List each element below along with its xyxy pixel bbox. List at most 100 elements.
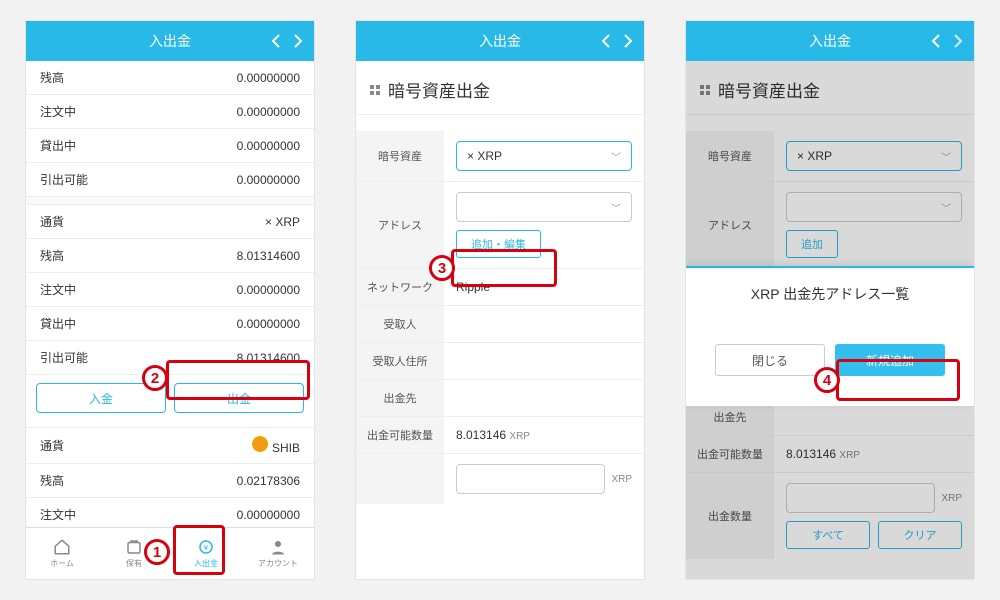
chevron-right-icon[interactable] [290,33,306,49]
header-title: 入出金 [479,31,521,51]
label: 出金数量 [686,473,774,559]
value: SHIB [252,436,300,455]
chevron-down-icon: ﹀ [611,200,621,215]
address-select[interactable]: ﹀ [456,192,632,222]
section-header: 暗号資産出金 [686,61,974,115]
account-icon [269,538,287,556]
lending-row: 貸出中 0.00000000 [26,307,314,341]
recipient-address-row: 受取人住所 [356,343,644,380]
header-title: 入出金 [149,31,191,51]
destination-row: 出金先 [356,380,644,417]
label: 注文中 [40,281,76,298]
content: 暗号資産出金 暗号資産 × XRP ﹀ アドレス ﹀ 追加・編集 ネットワーク [356,61,644,579]
value: 8.01314600 [237,249,300,263]
value: 0.00000000 [237,283,300,297]
chevron-down-icon: ﹀ [941,149,951,164]
label: 出金先 [356,380,444,416]
svg-text:¥: ¥ [204,543,209,552]
label: 引出可能 [40,171,88,188]
ordering-row: 注文中 0.00000000 [26,273,314,307]
network-row: ネットワーク Ripple [356,269,644,306]
currency-row: 通貨× XRP [26,205,314,239]
lending-row: 貸出中0.00000000 [26,129,314,163]
nav-deposit-withdraw[interactable]: ¥ 入出金 [170,528,242,579]
chevron-left-icon[interactable] [598,33,614,49]
all-button[interactable]: すべて [786,521,870,549]
value: 0.00000000 [237,173,300,187]
value: 0.02178306 [237,474,300,488]
value: Ripple [456,280,632,294]
amount-input[interactable] [786,483,935,513]
annotation-badge-3: 3 [429,255,455,281]
grid-icon [370,85,380,95]
header-arrows [598,33,636,49]
unit: XRP [941,493,962,504]
chevron-left-icon[interactable] [268,33,284,49]
label: 受取人 [356,306,444,342]
value: 0.00000000 [237,317,300,331]
close-button[interactable]: 閉じる [715,344,825,376]
header-bar: 入出金 [26,21,314,61]
deposit-icon: ¥ [197,538,215,556]
label: 通貨 [40,437,64,454]
available-row: 引出可能 0.00000000 [26,163,314,197]
nav-label: アカウント [258,558,298,569]
ordering-row: 注文中0.00000000 [26,498,314,527]
amount-row: 出金数量 XRP すべて クリア [686,473,974,559]
withdraw-button[interactable]: 出金 [174,383,304,413]
chevron-right-icon[interactable] [620,33,636,49]
value: 0.00000000 [237,508,300,522]
balance-row: 残高0.02178306 [26,464,314,498]
label: 貸出中 [40,315,76,332]
annotation-badge-2: 2 [142,365,168,391]
label: 注文中 [40,103,76,120]
header-arrows [268,33,306,49]
header-arrows [928,33,966,49]
label: 残高 [40,247,64,264]
amount-input[interactable] [456,464,605,494]
nav-account[interactable]: アカウント [242,528,314,579]
clear-button[interactable]: クリア [878,521,962,549]
annotation-badge-1: 1 [144,539,170,565]
annotation-badge-4: 4 [814,367,840,393]
chevron-down-icon: ﹀ [611,149,621,164]
label: 出金可能数量 [356,417,444,453]
label: 暗号資産 [686,131,774,181]
header-bar: 入出金 [686,21,974,61]
nav-label: 保有 [126,558,142,569]
value: 0.00000000 [237,71,300,85]
section-header: 暗号資産出金 [356,61,644,115]
chevron-right-icon[interactable] [950,33,966,49]
asset-select[interactable]: × XRP ﹀ [786,141,962,171]
asset-select[interactable]: × XRP ﹀ [456,141,632,171]
recipient-row: 受取人 [356,306,644,343]
home-icon [53,538,71,556]
available-amount-row: 出金可能数量 8.013146 XRP [686,436,974,473]
unit: XRP [839,450,860,461]
nav-home[interactable]: ホーム [26,528,98,579]
address-row: アドレス ﹀ 追加・編集 [356,182,644,269]
label: 暗号資産 [356,131,444,181]
nav-label: ホーム [50,558,74,569]
label: 残高 [40,69,64,86]
deposit-withdraw-buttons: 入金 出金 [26,375,314,428]
holdings-icon [125,538,143,556]
value: 8.01314600 [237,351,300,365]
balance-row: 残高 0.00000000 [26,61,314,95]
add-button[interactable]: 追加 [786,230,838,258]
header-bar: 入出金 [356,21,644,61]
unit: XRP [509,431,530,442]
new-add-button[interactable]: 新規追加 [835,344,945,376]
add-edit-button[interactable]: 追加・編集 [456,230,541,258]
label: 通貨 [40,213,64,230]
bottom-nav: ホーム 保有 ¥ 入出金 アカウント [26,527,314,579]
value: 8.013146 [456,428,506,442]
label: アドレス [356,182,444,268]
screen-2: 入出金 暗号資産出金 暗号資産 × XRP ﹀ アドレス ﹀ [355,20,645,580]
chevron-left-icon[interactable] [928,33,944,49]
address-select[interactable]: ﹀ [786,192,962,222]
value: 0.00000000 [237,105,300,119]
balance-row: 残高 8.01314600 [26,239,314,273]
screen-3: 入出金 暗号資産出金 暗号資産 × XRP ﹀ アドレス ﹀ [685,20,975,580]
selected-value: × XRP [797,149,832,163]
